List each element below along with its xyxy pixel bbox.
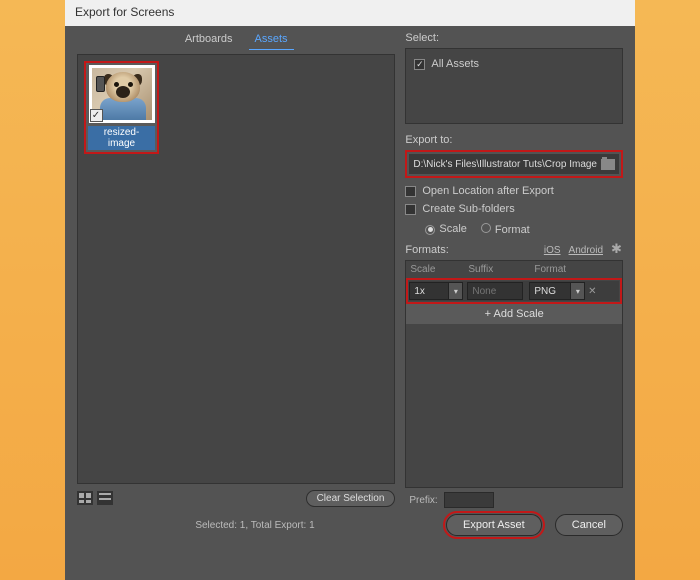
asset-item[interactable]: ✓ resized-image: [84, 61, 159, 154]
selected-check-icon[interactable]: ✓: [90, 109, 103, 122]
suffix-input[interactable]: [467, 282, 523, 300]
asset-panel: ✓ resized-image: [77, 54, 395, 484]
format-dropdown-icon[interactable]: ▾: [571, 282, 585, 300]
tab-bar: Artboards Assets: [77, 32, 395, 50]
bottom-bar: Selected: 1, Total Export: 1 Export Asse…: [77, 508, 623, 542]
export-asset-button[interactable]: Export Asset: [446, 514, 542, 536]
format-row-highlight: ▾ ▾ ✕: [406, 278, 622, 304]
prefix-label: Prefix:: [409, 495, 437, 506]
all-assets-row[interactable]: All Assets: [414, 58, 614, 70]
scale-radio-option[interactable]: Scale: [425, 223, 467, 236]
cancel-button[interactable]: Cancel: [555, 514, 623, 536]
asset-grid: ✓ resized-image: [84, 61, 388, 477]
export-path-text: D:\Nick's Files\Illustrator Tuts\Crop Im…: [413, 159, 597, 170]
list-view-icon[interactable]: [97, 491, 113, 505]
asset-toolbar: Clear Selection: [77, 488, 395, 508]
export-to-heading: Export to:: [405, 134, 623, 146]
scale-dropdown-icon[interactable]: ▾: [449, 282, 463, 300]
col-format: Format: [534, 264, 618, 275]
export-for-screens-dialog: Export for Screens Artboards Assets: [65, 0, 635, 580]
export-path-field[interactable]: D:\Nick's Files\Illustrator Tuts\Crop Im…: [409, 154, 619, 174]
export-path-highlight: D:\Nick's Files\Illustrator Tuts\Crop Im…: [405, 150, 623, 178]
gear-icon[interactable]: [611, 244, 623, 256]
formats-heading: Formats:: [405, 244, 448, 256]
select-panel: All Assets: [405, 48, 623, 124]
all-assets-label: All Assets: [431, 58, 479, 70]
open-location-label: Open Location after Export: [422, 185, 553, 197]
subfolder-type-radios: Scale Format: [425, 223, 623, 236]
formats-panel: Scale Suffix Format ▾ ▾: [405, 260, 623, 488]
prefix-row: Prefix:: [409, 492, 623, 508]
open-location-row[interactable]: Open Location after Export: [405, 185, 623, 197]
open-location-checkbox[interactable]: [405, 186, 416, 197]
col-scale: Scale: [410, 264, 468, 275]
asset-thumbnail: ✓: [89, 65, 155, 123]
radio-off-icon: [481, 223, 491, 233]
tab-artboards[interactable]: Artboards: [179, 32, 239, 50]
all-assets-checkbox-icon[interactable]: [414, 59, 425, 70]
browse-folder-icon[interactable]: [601, 159, 615, 170]
add-scale-button[interactable]: + Add Scale: [406, 304, 622, 324]
dialog-title: Export for Screens: [65, 0, 635, 26]
create-subfolders-label: Create Sub-folders: [422, 203, 514, 215]
main-columns: Artboards Assets: [77, 32, 623, 508]
formats-header: Formats: iOS Android: [405, 244, 623, 256]
clear-selection-button[interactable]: Clear Selection: [306, 490, 396, 507]
delete-row-icon[interactable]: ✕: [585, 286, 599, 297]
asset-label[interactable]: resized-image: [88, 126, 155, 150]
format-select[interactable]: [529, 282, 571, 300]
formats-columns: Scale Suffix Format: [406, 261, 622, 278]
format-row: ▾ ▾ ✕: [409, 281, 619, 301]
grid-view-icon[interactable]: [77, 491, 93, 505]
col-suffix: Suffix: [468, 264, 534, 275]
create-subfolders-checkbox[interactable]: [405, 204, 416, 215]
android-preset-link[interactable]: Android: [569, 245, 603, 256]
scale-input[interactable]: [409, 282, 449, 300]
create-subfolders-row[interactable]: Create Sub-folders: [405, 203, 623, 215]
status-text: Selected: 1, Total Export: 1: [77, 520, 433, 531]
dialog-content: Artboards Assets: [65, 26, 635, 580]
select-heading: Select:: [405, 32, 623, 44]
prefix-input[interactable]: [444, 492, 494, 508]
assets-column: Artboards Assets: [77, 32, 395, 508]
tab-assets[interactable]: Assets: [249, 32, 294, 50]
settings-column: Select: All Assets Export to: D:\Nick's …: [395, 32, 623, 508]
format-radio-option[interactable]: Format: [481, 223, 530, 236]
ios-preset-link[interactable]: iOS: [544, 245, 561, 256]
radio-on-icon: [425, 225, 435, 235]
export-button-highlight: Export Asset: [443, 511, 545, 539]
